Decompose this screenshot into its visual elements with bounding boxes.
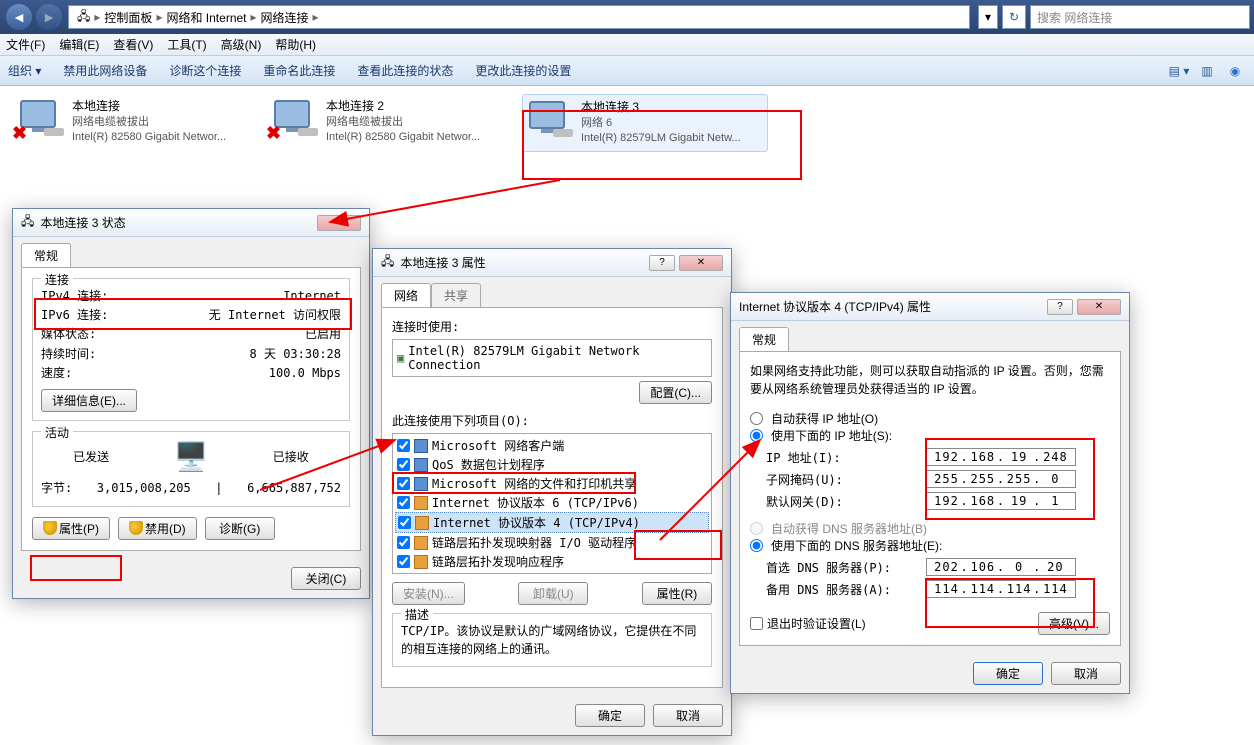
preview-icon[interactable]: ▥	[1196, 62, 1218, 80]
group-activity: 活动	[41, 424, 73, 441]
checkbox[interactable]	[397, 555, 410, 568]
tab-general[interactable]: 常规	[21, 243, 71, 267]
adapter-icon: ▣	[397, 351, 404, 365]
tab-network[interactable]: 网络	[381, 283, 431, 307]
menu-edit[interactable]: 编辑(E)	[59, 36, 99, 53]
connect-using-label: 连接时使用:	[392, 318, 712, 335]
menu-help[interactable]: 帮助(H)	[275, 36, 316, 53]
dialog-title: Internet 协议版本 4 (TCP/IPv4) 属性	[739, 298, 1047, 315]
toolbar: 组织 ▾ 禁用此网络设备 诊断这个连接 重命名此连接 查看此连接的状态 更改此连…	[0, 56, 1254, 86]
back-button[interactable]: ◄	[6, 4, 32, 30]
intro-text: 如果网络支持此功能，则可以获取自动指派的 IP 设置。否则，您需要从网络系统管理…	[750, 362, 1110, 398]
help-icon[interactable]: ◉	[1224, 62, 1246, 80]
help-button[interactable]: ?	[1047, 299, 1073, 315]
menu-advanced[interactable]: 高级(N)	[221, 36, 262, 53]
checkbox[interactable]	[397, 496, 410, 509]
properties-dialog: 🖧 本地连接 3 属性 ? ✕ 网络 共享 连接时使用: ▣ Intel(R) …	[372, 248, 732, 736]
menu-bar: 文件(F) 编辑(E) 查看(V) 工具(T) 高级(N) 帮助(H)	[0, 34, 1254, 56]
network-icon: ✖	[18, 98, 66, 142]
close-button[interactable]: ✕	[679, 255, 723, 271]
dropdown-arrow[interactable]: ▾	[978, 5, 998, 29]
rename-connection[interactable]: 重命名此连接	[263, 62, 335, 79]
tab-sharing[interactable]: 共享	[431, 283, 481, 307]
close-button[interactable]: ✕	[317, 215, 361, 231]
tab-general[interactable]: 常规	[739, 327, 789, 351]
folder-icon: 🖧	[77, 7, 90, 28]
advanced-button[interactable]: 高级(V)...	[1038, 612, 1110, 635]
dns1-input[interactable]: 202.106.0.20	[926, 558, 1076, 576]
configure-button[interactable]: 配置(C)...	[639, 381, 712, 404]
item-properties-button[interactable]: 属性(R)	[642, 582, 712, 605]
list-item-tcpipv4[interactable]: Internet 协议版本 4 (TCP/IPv4)	[395, 512, 709, 533]
breadcrumb-item[interactable]: 网络和 Internet	[166, 9, 246, 26]
auto-ip-radio[interactable]	[750, 412, 763, 425]
network-icon: 🖧	[21, 212, 34, 233]
checkbox[interactable]	[397, 477, 410, 490]
activity-icon: 🖥️	[174, 440, 209, 473]
details-button[interactable]: 详细信息(E)...	[41, 389, 137, 412]
connection-item-selected[interactable]: 本地连接 3 网络 6 Intel(R) 82579LM Gigabit Net…	[522, 94, 768, 152]
ok-button[interactable]: 确定	[575, 704, 645, 727]
search-input[interactable]: 搜索 网络连接	[1030, 5, 1250, 29]
ip-address-input[interactable]: 192.168.19.248	[926, 448, 1076, 466]
disable-device[interactable]: 禁用此网络设备	[63, 62, 147, 79]
view-icon[interactable]: ▤ ▾	[1168, 62, 1190, 80]
cancel-button[interactable]: 取消	[653, 704, 723, 727]
checkbox[interactable]	[397, 458, 410, 471]
adapter-name: Intel(R) 82579LM Gigabit Network Connect…	[408, 344, 707, 372]
diagnose-connection[interactable]: 诊断这个连接	[169, 62, 241, 79]
breadcrumb-item[interactable]: 网络连接	[261, 9, 309, 26]
connection-item[interactable]: ✖ 本地连接 2 网络电缆被拔出 Intel(R) 82580 Gigabit …	[268, 94, 514, 152]
components-list[interactable]: Microsoft 网络客户端 QoS 数据包计划程序 Microsoft 网络…	[392, 433, 712, 574]
description-label: 描述	[401, 606, 433, 623]
disable-button[interactable]: 禁用(D)	[118, 517, 197, 540]
menu-view[interactable]: 查看(V)	[113, 36, 153, 53]
properties-button[interactable]: 属性(P)	[32, 517, 110, 540]
help-button[interactable]: ?	[649, 255, 675, 271]
manual-dns-radio[interactable]	[750, 539, 763, 552]
breadcrumb[interactable]: 🖧 ▸ 控制面板 ▸ 网络和 Internet ▸ 网络连接 ▸	[68, 5, 970, 29]
manual-ip-radio[interactable]	[750, 429, 763, 442]
diagnose-button[interactable]: 诊断(G)	[205, 517, 275, 540]
validate-checkbox[interactable]	[750, 617, 763, 630]
auto-dns-radio	[750, 522, 763, 535]
description-text: TCP/IP。该协议是默认的广域网络协议，它提供在不同的相互连接的网络上的通讯。	[401, 622, 703, 658]
content-area: ✖ 本地连接 网络电缆被拔出 Intel(R) 82580 Gigabit Ne…	[0, 86, 1254, 160]
change-settings[interactable]: 更改此连接的设置	[475, 62, 571, 79]
dialog-title: 本地连接 3 属性	[400, 254, 649, 271]
checkbox[interactable]	[397, 536, 410, 549]
checkbox[interactable]	[397, 439, 410, 452]
network-icon	[527, 99, 575, 143]
uninstall-button[interactable]: 卸载(U)	[518, 582, 588, 605]
dns2-input[interactable]: 114.114.114.114	[926, 580, 1076, 598]
organize-menu[interactable]: 组织 ▾	[8, 62, 41, 79]
forward-button[interactable]: ►	[36, 4, 62, 30]
breadcrumb-item[interactable]: 控制面板	[104, 9, 152, 26]
close-button[interactable]: ✕	[1077, 299, 1121, 315]
address-bar: ◄ ► 🖧 ▸ 控制面板 ▸ 网络和 Internet ▸ 网络连接 ▸ ▾ ↻…	[0, 0, 1254, 34]
close-button[interactable]: 关闭(C)	[291, 567, 361, 590]
status-dialog: 🖧 本地连接 3 状态 ✕ 常规 连接 IPv4 连接:Internet IPv…	[12, 208, 370, 599]
ok-button[interactable]: 确定	[973, 662, 1043, 685]
refresh-button[interactable]: ↻	[1002, 5, 1026, 29]
subnet-mask-input[interactable]: 255.255.255.0	[926, 470, 1076, 488]
network-icon: 🖧	[381, 252, 394, 273]
checkbox[interactable]	[398, 516, 411, 529]
group-connection: 连接	[41, 271, 73, 288]
dialog-title: 本地连接 3 状态	[40, 214, 317, 231]
menu-file[interactable]: 文件(F)	[6, 36, 45, 53]
shield-icon	[43, 521, 57, 535]
shield-icon	[129, 521, 143, 535]
connection-item[interactable]: ✖ 本地连接 网络电缆被拔出 Intel(R) 82580 Gigabit Ne…	[14, 94, 260, 152]
cancel-button[interactable]: 取消	[1051, 662, 1121, 685]
items-label: 此连接使用下列项目(O):	[392, 412, 712, 429]
network-icon: ✖	[272, 98, 320, 142]
menu-tools[interactable]: 工具(T)	[167, 36, 206, 53]
view-status[interactable]: 查看此连接的状态	[357, 62, 453, 79]
gateway-input[interactable]: 192.168.19.1	[926, 492, 1076, 510]
install-button[interactable]: 安装(N)...	[392, 582, 465, 605]
ipv4-dialog: Internet 协议版本 4 (TCP/IPv4) 属性 ? ✕ 常规 如果网…	[730, 292, 1130, 694]
